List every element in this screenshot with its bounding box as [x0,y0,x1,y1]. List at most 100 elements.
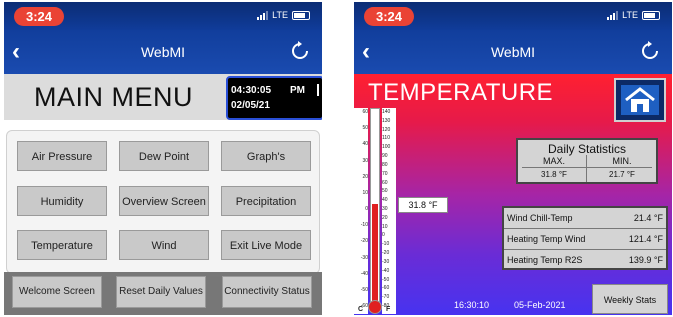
heating-temp-wind-row: Heating Temp Wind 121.4 °F [504,229,666,249]
signal-icon [257,10,269,20]
temperature-phone: 3:24 LTE ‹ WebMI TEMPERATURE 60 50 40 30 20 1… [354,2,672,315]
stats-column-divider [586,155,587,182]
wind-chill-value: 21.4 °F [633,213,663,223]
fahrenheit-tick: -40 [382,267,390,274]
fahrenheit-scale: 140 130 120 110 100 90 80 70 60 50 40 30 20 10 0 -10 -20… [382,108,396,314]
dew-point-button[interactable]: Dew Point [119,141,209,171]
fahrenheit-tick: -20 [382,250,390,257]
air-pressure-button[interactable]: Air Pressure [17,141,107,171]
celsius-tick: 10 [362,189,368,196]
status-bar: 3:24 LTE [354,2,672,30]
fahrenheit-tick: -30 [382,258,390,265]
fahrenheit-tick: 100 [382,144,391,151]
fahrenheit-tick: -70 [382,294,390,301]
network-label: LTE [272,10,288,20]
fahrenheit-tick: 50 [382,188,388,195]
celsius-tick: 50 [362,125,368,132]
exit-live-mode-button[interactable]: Exit Live Mode [221,230,311,260]
page-title: TEMPERATURE [368,79,554,106]
menu-button-panel: Air Pressure Dew Point Graph's Humidity … [6,130,320,274]
celsius-tick: -40 [360,270,368,277]
fahrenheit-unit: F [386,306,391,313]
clock-time: 04:30:05 [231,85,272,96]
celsius-tick: 40 [362,141,368,148]
heating-temp-r2s-row: Heating Temp R2S 139.9 °F [504,250,666,270]
page-title: MAIN MENU [34,82,193,112]
clock-date: 02/05/21 [231,100,270,111]
signal-icon [607,10,619,20]
heating-temp-wind-value: 121.4 °F [628,234,663,244]
status-bar: 3:24 LTE [4,2,322,30]
fahrenheit-tick: -50 [382,276,390,283]
welcome-screen-button[interactable]: Welcome Screen [12,276,102,308]
fahrenheit-tick: 140 [382,109,391,115]
fahrenheit-tick: 60 [382,179,388,186]
derived-temperatures-panel: Wind Chill-Temp 21.4 °F Heating Temp Win… [502,206,668,270]
clock-display: 04:30:05 PM 02/05/21 [226,76,322,120]
footer-date: 05-Feb-2021 [514,300,566,310]
heating-temp-r2s-value: 139.9 °F [628,255,663,265]
celsius-tick: 60 [362,109,368,115]
current-temperature: 31.8 °F [398,197,448,213]
fahrenheit-tick: 110 [382,135,390,142]
celsius-tick: -50 [360,286,368,293]
fahrenheit-tick: -60 [382,285,390,292]
reset-daily-values-button[interactable]: Reset Daily Values [116,276,206,308]
celsius-tick: -20 [360,238,368,245]
main-menu-header: MAIN MENU 04:30:05 PM 02/05/21 [4,74,322,120]
status-time: 3:24 [14,7,64,26]
stats-divider [522,167,652,168]
home-icon [621,85,659,115]
temperature-button[interactable]: Temperature [17,230,107,260]
fahrenheit-tick: 70 [382,170,388,177]
thermometer-bulb [368,300,382,314]
fahrenheit-tick: 30 [382,206,388,212]
clock-cursor [317,84,319,96]
heating-temp-r2s-label: Heating Temp R2S [507,255,583,265]
celsius-tick: -10 [360,222,368,229]
celsius-tick: 20 [362,173,368,180]
fahrenheit-tick: 120 [382,126,391,133]
humidity-button[interactable]: Humidity [17,186,107,216]
daily-statistics-title: Daily Statistics [547,142,627,156]
celsius-tick: 30 [362,157,368,164]
celsius-unit: C [358,306,364,313]
status-indicators: LTE [257,10,310,20]
nav-bar: ‹ WebMI [4,30,322,74]
wind-button[interactable]: Wind [119,230,209,260]
min-label: MIN. [612,156,632,166]
main-menu-phone: 3:24 LTE ‹ WebMI MAIN MENU 04:30:05 PM 0… [4,2,322,315]
network-label: LTE [622,10,638,20]
connectivity-status-button[interactable]: Connectivity Status [222,276,312,308]
nav-title: WebMI [490,44,536,60]
celsius-scale: 60 50 40 30 20 10 0 -10 -20 -30 -40 -50 -60 [354,108,368,314]
main-menu-footer: Welcome Screen Reset Daily Values Connec… [4,272,322,315]
refresh-icon[interactable] [290,40,310,62]
daily-statistics-panel: Daily Statistics MAX. MIN. 31.8 °F 21.7 … [516,138,658,184]
temperature-screen: TEMPERATURE 60 50 40 30 20 10 0 -10 -20 -30 -40 -50… [354,74,672,315]
fahrenheit-tick: 10 [382,223,388,230]
clock-ampm: PM [290,85,305,96]
status-time: 3:24 [364,7,414,26]
heating-temp-wind-label: Heating Temp Wind [507,234,586,244]
wind-chill-row: Wind Chill-Temp 21.4 °F [504,208,666,228]
thermometer-mercury [372,204,378,302]
celsius-tick: 0 [365,206,368,212]
max-label: MAX. [542,156,565,166]
footer-time: 16:30:10 [454,300,490,310]
graphs-button[interactable]: Graph's [221,141,311,171]
precipitation-button[interactable]: Precipitation [221,186,311,216]
refresh-icon[interactable] [640,40,660,62]
fahrenheit-tick: 40 [382,197,388,204]
home-button[interactable] [614,78,666,122]
wind-chill-label: Wind Chill-Temp [507,213,573,223]
overview-screen-button[interactable]: Overview Screen [119,186,209,216]
fahrenheit-tick: -10 [382,241,390,248]
status-indicators: LTE [607,10,660,20]
battery-icon [292,10,310,20]
nav-title: WebMI [140,44,186,60]
max-value: 31.8 °F [541,170,567,179]
celsius-tick: -30 [360,254,368,261]
fahrenheit-tick: 0 [382,232,385,239]
weekly-stats-button[interactable]: Weekly Stats [592,284,668,314]
